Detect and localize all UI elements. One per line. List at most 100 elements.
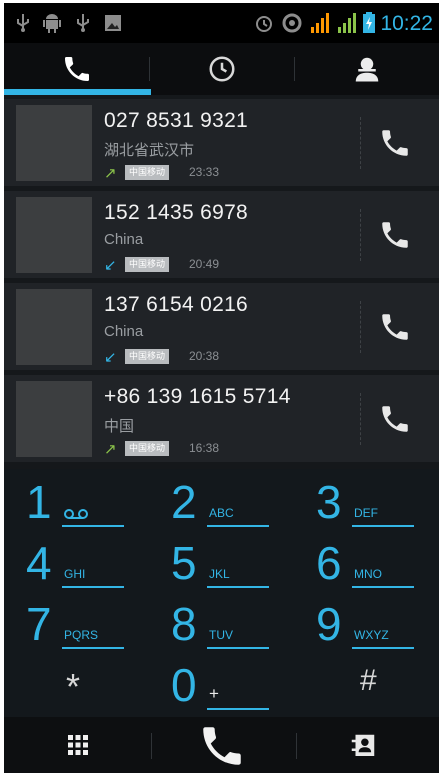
dialpad-key-3[interactable]: 3 DEF bbox=[294, 473, 439, 535]
call-back-button[interactable] bbox=[378, 218, 412, 252]
call-time: 20:49 bbox=[189, 257, 220, 271]
key-letters: JKL bbox=[209, 567, 230, 581]
voicemail-icon bbox=[64, 509, 88, 519]
dialpad-key-hash[interactable]: # bbox=[294, 656, 439, 718]
alarm-icon bbox=[256, 16, 272, 32]
key-letters: + bbox=[209, 684, 219, 703]
key-digit: 1 bbox=[26, 476, 52, 528]
phone-number: 152 1435 6978 bbox=[104, 201, 249, 224]
key-digit: 7 bbox=[26, 598, 52, 650]
key-underline bbox=[207, 525, 269, 527]
key-underline bbox=[62, 647, 124, 649]
call-log-item[interactable]: 152 1435 6978 China ↙ 中国移动 20:49 bbox=[4, 191, 439, 278]
key-digit: # bbox=[360, 664, 377, 697]
carrier-badge: 中国移动 bbox=[125, 441, 170, 456]
add-contact-button[interactable] bbox=[348, 731, 378, 761]
key-letters: WXYZ bbox=[354, 628, 389, 642]
tab-phone[interactable] bbox=[4, 43, 149, 95]
dialpad-key-star[interactable]: * bbox=[4, 656, 149, 718]
row-divider bbox=[360, 301, 361, 353]
key-digit: 3 bbox=[316, 476, 342, 528]
dial-call-button[interactable] bbox=[197, 721, 247, 771]
call-back-button[interactable] bbox=[378, 126, 412, 160]
call-log-item[interactable]: 137 6154 0216 China ↙ 中国移动 20:38 bbox=[4, 283, 439, 370]
dialpad-key-2[interactable]: 2 ABC bbox=[149, 473, 294, 535]
key-letters: TUV bbox=[209, 628, 233, 642]
caller-location: China bbox=[104, 323, 144, 340]
call-log-list: 027 8531 9321 湖北省武汉市 ↗ 中国移动 23:33 152 14… bbox=[4, 95, 439, 469]
contact-avatar bbox=[16, 289, 92, 365]
call-back-button[interactable] bbox=[378, 310, 412, 344]
dialpad-key-4[interactable]: 4 GHI bbox=[4, 534, 149, 596]
dialpad-key-8[interactable]: 8 TUV bbox=[149, 595, 294, 657]
call-log-item[interactable]: 027 8531 9321 湖北省武汉市 ↗ 中国移动 23:33 bbox=[4, 99, 439, 186]
call-back-button[interactable] bbox=[378, 402, 412, 436]
call-time: 16:38 bbox=[189, 441, 220, 455]
sync-icon bbox=[282, 13, 302, 33]
carrier-badge: 中国移动 bbox=[125, 165, 170, 180]
key-underline bbox=[352, 586, 414, 588]
incoming-call-icon: ↙ bbox=[104, 349, 117, 366]
key-underline bbox=[207, 586, 269, 588]
dialpad: 1 2 ABC 3 DEF 4 GHI 5 JKL 6 MNO 7 PQRS 8… bbox=[4, 469, 439, 717]
image-notification-icon bbox=[105, 15, 121, 31]
dialer-screen: 10:22 027 8531 9321 湖北省武汉市 ↗ 中国移动 23:33 bbox=[4, 3, 439, 773]
signal-orange-icon bbox=[311, 13, 329, 33]
incoming-call-icon: ↙ bbox=[104, 257, 117, 274]
usb-icon bbox=[77, 14, 89, 32]
key-letters: MNO bbox=[354, 567, 382, 581]
phone-number: +86 139 1615 5714 bbox=[104, 385, 291, 408]
key-underline bbox=[62, 525, 124, 527]
call-time: 23:33 bbox=[189, 165, 220, 179]
key-letters: PQRS bbox=[64, 628, 99, 642]
usb-icon bbox=[17, 14, 29, 32]
dialpad-toggle-button[interactable] bbox=[66, 733, 90, 757]
key-underline bbox=[207, 708, 269, 710]
action-divider bbox=[296, 733, 297, 759]
key-underline bbox=[352, 525, 414, 527]
tab-bar bbox=[4, 43, 439, 95]
key-digit: 5 bbox=[171, 537, 197, 589]
key-digit: 4 bbox=[26, 537, 52, 589]
row-divider bbox=[360, 117, 361, 169]
dialer-action-bar bbox=[4, 717, 439, 773]
call-log-item[interactable]: +86 139 1615 5714 中国 ↗ 中国移动 16:38 bbox=[4, 375, 439, 462]
carrier-badge: 中国移动 bbox=[125, 257, 170, 272]
clock-time: 10:22 bbox=[380, 12, 433, 35]
dialpad-key-0[interactable]: 0 + bbox=[149, 656, 294, 718]
dialpad-key-1[interactable]: 1 bbox=[4, 473, 149, 535]
phone-icon bbox=[64, 57, 89, 81]
dialpad-key-6[interactable]: 6 MNO bbox=[294, 534, 439, 596]
dialpad-key-5[interactable]: 5 JKL bbox=[149, 534, 294, 596]
key-digit: 2 bbox=[171, 476, 197, 528]
key-underline bbox=[207, 647, 269, 649]
person-icon bbox=[355, 57, 378, 82]
key-digit: 8 bbox=[171, 598, 197, 650]
outgoing-call-icon: ↗ bbox=[104, 441, 117, 458]
key-digit: 9 bbox=[316, 598, 342, 650]
dialpad-key-9[interactable]: 9 WXYZ bbox=[294, 595, 439, 657]
key-letters: GHI bbox=[64, 567, 86, 581]
contact-avatar bbox=[16, 381, 92, 457]
row-divider bbox=[360, 209, 361, 261]
dialpad-key-7[interactable]: 7 PQRS bbox=[4, 595, 149, 657]
phone-number: 027 8531 9321 bbox=[104, 109, 249, 132]
battery-icon bbox=[363, 12, 375, 33]
action-divider bbox=[151, 733, 152, 759]
caller-location: 湖北省武汉市 bbox=[104, 142, 195, 159]
contact-avatar bbox=[16, 197, 92, 273]
clock-icon bbox=[209, 56, 234, 82]
key-underline bbox=[352, 647, 414, 649]
row-divider bbox=[360, 393, 361, 445]
key-underline bbox=[62, 586, 124, 588]
key-letters: DEF bbox=[354, 506, 378, 520]
key-letters: ABC bbox=[209, 506, 234, 520]
carrier-badge: 中国移动 bbox=[125, 349, 170, 364]
tab-recents[interactable] bbox=[149, 43, 294, 95]
key-digit: 0 bbox=[171, 659, 197, 711]
contact-avatar bbox=[16, 105, 92, 181]
tab-contacts[interactable] bbox=[294, 43, 439, 95]
phone-number: 137 6154 0216 bbox=[104, 293, 249, 316]
signal-green-icon bbox=[338, 13, 356, 33]
call-time: 20:38 bbox=[189, 349, 220, 363]
